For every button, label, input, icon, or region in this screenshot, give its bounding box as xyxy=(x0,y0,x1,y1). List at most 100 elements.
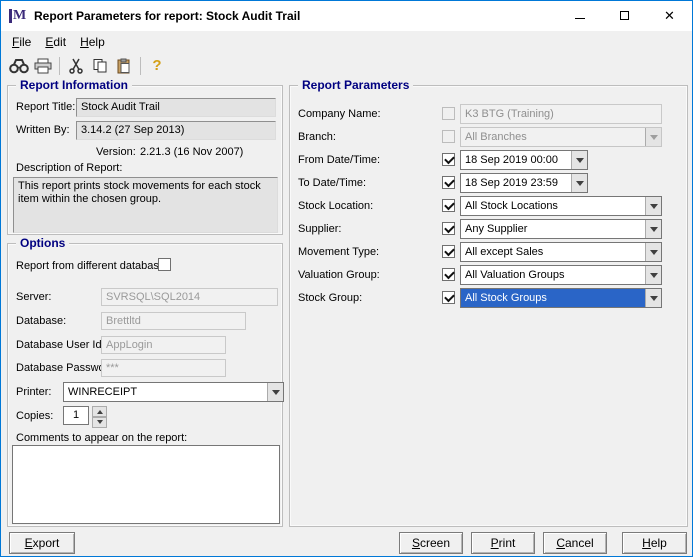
branch-checkbox xyxy=(442,130,455,143)
report-title-field: Stock Audit Trail xyxy=(76,98,276,117)
copy-button[interactable] xyxy=(88,55,112,77)
supplier-label: Supplier: xyxy=(298,223,342,235)
stock-location-checkbox[interactable] xyxy=(442,199,455,212)
chevron-down-icon[interactable] xyxy=(645,289,661,307)
database-field: Brettltd xyxy=(101,312,246,330)
to-date-checkbox[interactable] xyxy=(442,176,455,189)
from-date-checkbox[interactable] xyxy=(442,153,455,166)
database-label: Database: xyxy=(16,315,67,327)
server-field: SVRSQL\SQL2014 xyxy=(101,288,278,306)
cancel-button[interactable]: Cancel xyxy=(543,532,607,554)
stock-group-combo[interactable]: All Stock Groups xyxy=(460,288,662,308)
find-button[interactable] xyxy=(7,55,31,77)
copies-spinner xyxy=(92,406,107,428)
caption-buttons: ✕ xyxy=(557,1,692,31)
copies-label: Copies: xyxy=(16,410,54,422)
valuation-group-checkbox[interactable] xyxy=(442,268,455,281)
logo-letter: M xyxy=(13,8,27,23)
close-button[interactable]: ✕ xyxy=(647,1,692,30)
movement-type-combo[interactable]: All except Sales xyxy=(460,242,662,262)
param-row-to-date: To Date/Time: 18 Sep 2019 23:59 xyxy=(290,173,687,194)
chevron-down-icon xyxy=(96,420,103,427)
options-title: Options xyxy=(16,236,70,250)
written-by-label: Written By: xyxy=(16,124,70,136)
print-button[interactable]: Print xyxy=(471,532,535,554)
help-button-bottom[interactable]: Help xyxy=(622,532,687,554)
export-button[interactable]: Export xyxy=(9,532,75,554)
from-date-combo[interactable]: 18 Sep 2019 00:00 xyxy=(460,150,588,170)
report-parameters-group: Report Parameters Company Name: K3 BTG (… xyxy=(289,78,688,527)
title-bar: M Report Parameters for report: Stock Au… xyxy=(1,1,692,31)
database-user-label: Database User Id: xyxy=(16,339,105,351)
chevron-down-icon[interactable] xyxy=(645,197,661,215)
toolbar-separator xyxy=(59,56,60,75)
scissors-icon xyxy=(69,58,83,74)
minimize-button[interactable] xyxy=(557,1,602,30)
company-name-label: Company Name: xyxy=(298,108,381,120)
menu-bar: File Edit Help xyxy=(1,31,692,52)
chevron-down-icon[interactable] xyxy=(645,266,661,284)
chevron-down-icon[interactable] xyxy=(571,174,587,192)
report-information-title: Report Information xyxy=(16,78,132,92)
param-row-company-name: Company Name: K3 BTG (Training) xyxy=(290,104,687,125)
close-icon: ✕ xyxy=(664,7,675,23)
spinner-up-button[interactable] xyxy=(92,406,107,417)
to-date-combo[interactable]: 18 Sep 2019 23:59 xyxy=(460,173,588,193)
supplier-combo[interactable]: Any Supplier xyxy=(460,219,662,239)
stock-group-checkbox[interactable] xyxy=(442,291,455,304)
chevron-down-icon[interactable] xyxy=(645,220,661,238)
movement-type-checkbox[interactable] xyxy=(442,245,455,258)
cut-button[interactable] xyxy=(64,55,88,77)
toolbar-separator xyxy=(140,56,141,75)
param-row-valuation-group: Valuation Group: All Valuation Groups xyxy=(290,265,687,286)
stock-group-label: Stock Group: xyxy=(298,292,363,304)
company-name-checkbox xyxy=(442,107,455,120)
copies-input[interactable]: 1 xyxy=(63,406,89,425)
report-title-label: Report Title: xyxy=(16,101,76,113)
printer-icon xyxy=(34,58,52,73)
report-information-group: Report Information Report Title: Stock A… xyxy=(7,78,283,235)
options-group: Options Report from different database S… xyxy=(7,236,284,527)
report-parameters-title: Report Parameters xyxy=(298,78,414,92)
menu-item-edit[interactable]: Edit xyxy=(38,33,73,51)
param-row-stock-group: Stock Group: All Stock Groups xyxy=(290,288,687,309)
description-field: This report prints stock movements for e… xyxy=(13,177,278,233)
valuation-group-combo[interactable]: All Valuation Groups xyxy=(460,265,662,285)
movement-type-label: Movement Type: xyxy=(298,246,380,258)
paste-button[interactable] xyxy=(112,55,136,77)
comments-label: Comments to appear on the report: xyxy=(16,432,188,444)
supplier-checkbox[interactable] xyxy=(442,222,455,235)
different-database-checkbox[interactable] xyxy=(158,258,171,271)
menu-item-help[interactable]: Help xyxy=(73,33,112,51)
from-date-label: From Date/Time: xyxy=(298,154,381,166)
param-row-branch: Branch: All Branches xyxy=(290,127,687,148)
chevron-down-icon[interactable] xyxy=(645,243,661,261)
chevron-down-icon xyxy=(645,128,661,146)
menu-item-file[interactable]: File xyxy=(5,33,38,51)
printer-combo[interactable]: WINRECEIPT xyxy=(63,382,284,402)
chevron-down-icon[interactable] xyxy=(267,383,283,401)
different-database-label: Report from different database xyxy=(16,260,165,272)
toolbar: ? xyxy=(1,52,692,79)
printer-label: Printer: xyxy=(16,386,52,398)
comments-textarea[interactable] xyxy=(12,445,280,524)
print-button[interactable] xyxy=(31,55,55,77)
valuation-group-label: Valuation Group: xyxy=(298,269,380,281)
help-button[interactable]: ? xyxy=(145,55,169,77)
stock-location-combo[interactable]: All Stock Locations xyxy=(460,196,662,216)
copy-icon xyxy=(93,58,107,72)
database-password-field: *** xyxy=(101,359,226,377)
branch-combo: All Branches xyxy=(460,127,662,147)
to-date-label: To Date/Time: xyxy=(298,177,367,189)
chevron-down-icon[interactable] xyxy=(571,151,587,169)
param-row-movement-type: Movement Type: All except Sales xyxy=(290,242,687,263)
screen-button[interactable]: Screen xyxy=(399,532,463,554)
maximize-button[interactable] xyxy=(602,1,647,30)
description-label: Description of Report: xyxy=(16,162,123,174)
spinner-down-button[interactable] xyxy=(92,417,107,428)
logo-bar xyxy=(9,9,12,23)
param-row-from-date: From Date/Time: 18 Sep 2019 00:00 xyxy=(290,150,687,171)
company-name-field: K3 BTG (Training) xyxy=(460,104,662,124)
window-title: Report Parameters for report: Stock Audi… xyxy=(34,9,301,23)
chevron-up-icon xyxy=(96,407,103,414)
